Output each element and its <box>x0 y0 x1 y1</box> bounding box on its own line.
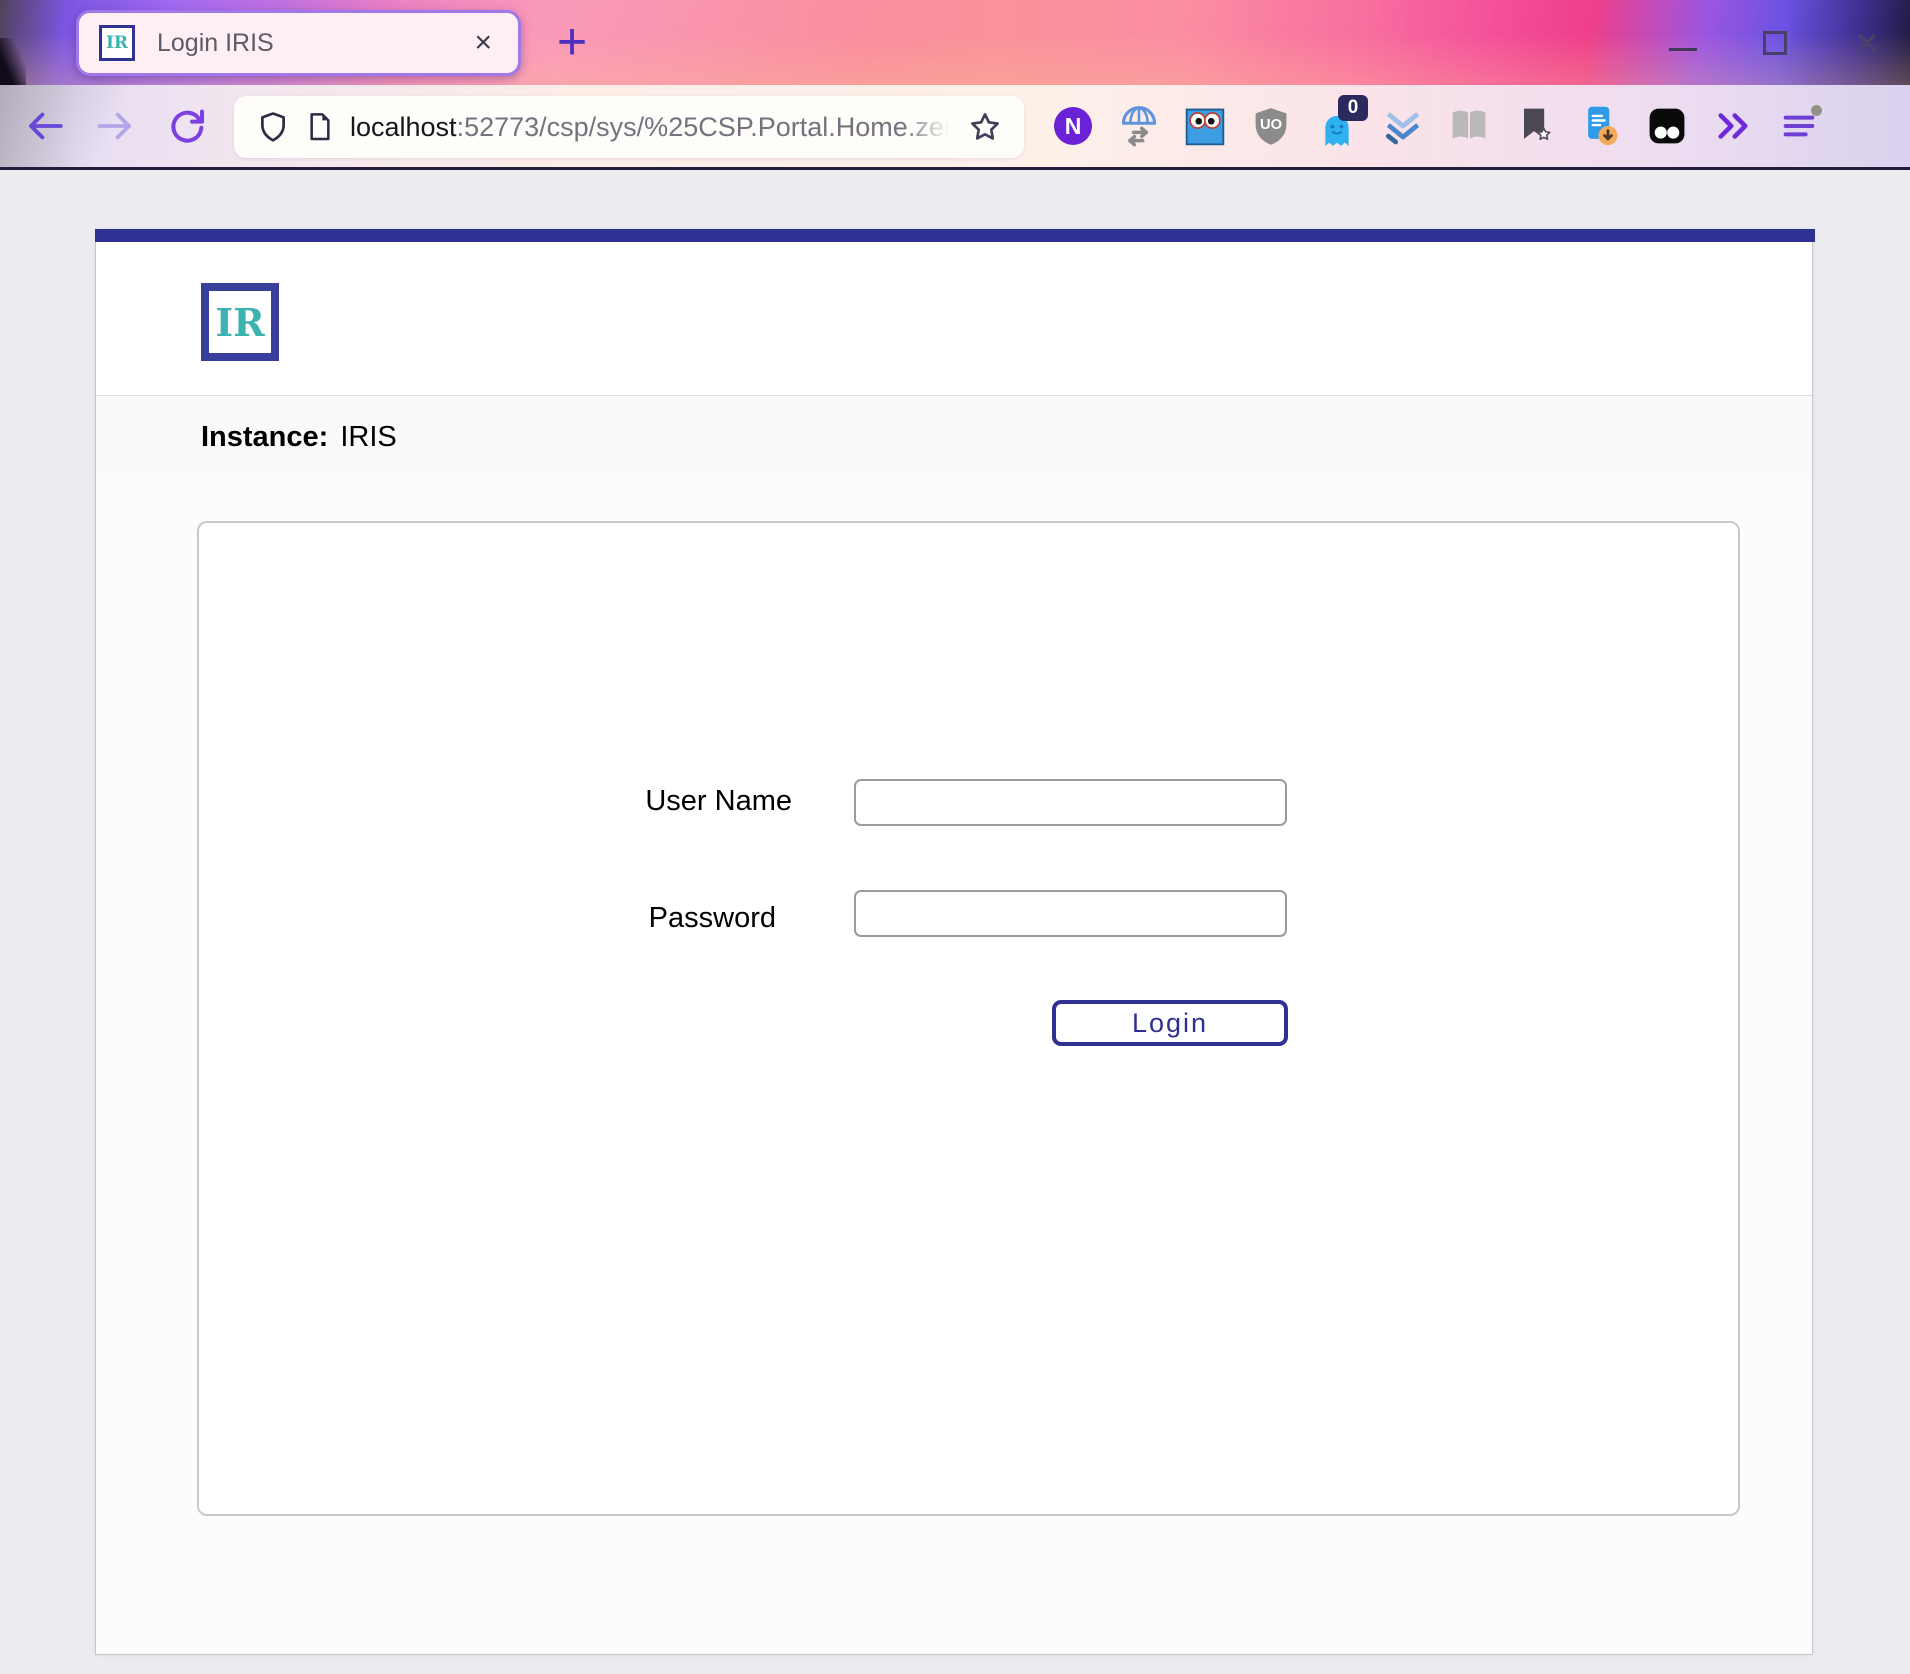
url-text: localhost:52773/csp/sys/%25CSP.Portal.Ho… <box>350 112 962 143</box>
login-page-card: IR Instance: IRIS User Name Password Log… <box>95 229 1813 1655</box>
url-fade <box>902 112 962 143</box>
username-label: User Name <box>552 785 792 818</box>
back-button[interactable] <box>18 85 72 167</box>
new-tab-button[interactable]: + <box>542 12 602 72</box>
extension-chevrons-button[interactable] <box>1370 93 1436 159</box>
tab-title: Login IRIS <box>157 29 468 58</box>
page-top-accent-bar <box>95 229 1815 242</box>
extension-ghostery-button[interactable]: 0 <box>1304 93 1370 159</box>
page-header: IR <box>96 242 1812 396</box>
forward-arrow-icon <box>94 105 136 147</box>
extension-tampermonkey-button[interactable] <box>1634 93 1700 159</box>
menu-notification-dot <box>1811 105 1822 116</box>
forward-button[interactable] <box>88 85 142 167</box>
overflow-menu-button[interactable] <box>1700 93 1766 159</box>
window-controls: × <box>1666 0 1902 85</box>
page-background: IR Instance: IRIS User Name Password Log… <box>0 170 1910 1674</box>
username-input[interactable] <box>854 779 1287 826</box>
extension-proxy-umbrella-button[interactable] <box>1106 93 1172 159</box>
tracking-protection-shield-icon[interactable] <box>250 104 296 150</box>
instance-label: Instance: <box>201 421 328 454</box>
black-square-eyes-icon <box>1645 104 1689 148</box>
ghostery-badge: 0 <box>1338 95 1368 121</box>
instance-bar: Instance: IRIS <box>96 396 1812 478</box>
login-button[interactable]: Login <box>1052 1000 1288 1046</box>
login-panel: User Name Password Login <box>197 521 1740 1516</box>
ublock-shield-icon: UO <box>1250 105 1292 147</box>
googly-eyes-icon <box>1183 104 1227 148</box>
svg-text:UO: UO <box>1260 117 1282 133</box>
reload-icon <box>166 105 208 147</box>
back-arrow-icon <box>24 105 66 147</box>
minimize-button[interactable] <box>1666 26 1700 60</box>
bookmark-flag-star-icon <box>1513 104 1557 148</box>
tab-strip: IR Login IRIS × + × <box>0 0 1910 85</box>
extension-bookmark-manager-button[interactable] <box>1502 93 1568 159</box>
double-chevron-icon <box>1381 104 1425 148</box>
url-path: :52773/csp/sys/%25CSP.Portal.Home.zen <box>457 112 959 142</box>
n-circle-icon: N <box>1054 107 1092 145</box>
app-menu-button[interactable] <box>1766 93 1832 159</box>
browser-window: IR Login IRIS × + × <box>0 0 1910 1674</box>
extension-doc-download-button[interactable] <box>1568 93 1634 159</box>
umbrella-icon <box>1117 104 1161 148</box>
double-arrow-right-icon <box>1712 105 1754 147</box>
url-host: localhost <box>350 112 457 142</box>
open-book-icon <box>1446 103 1492 149</box>
reload-button[interactable] <box>160 85 214 167</box>
extension-n-button[interactable]: N <box>1040 93 1106 159</box>
address-bar[interactable]: localhost:52773/csp/sys/%25CSP.Portal.Ho… <box>234 96 1024 158</box>
theme-art-wedge <box>0 38 26 85</box>
extension-ublock-button[interactable]: UO <box>1238 93 1304 159</box>
navigation-toolbar: localhost:52773/csp/sys/%25CSP.Portal.Ho… <box>0 85 1910 170</box>
browser-tab-login-iris[interactable]: IR Login IRIS × <box>76 10 521 76</box>
close-window-button[interactable]: × <box>1850 26 1884 60</box>
password-label: Password <box>536 902 776 935</box>
extension-reading-list-button[interactable] <box>1436 93 1502 159</box>
extension-toolbar: N <box>1040 85 1832 167</box>
document-download-icon <box>1579 104 1623 148</box>
tab-close-icon[interactable]: × <box>468 26 498 60</box>
iris-logo: IR <box>201 283 279 361</box>
extension-cookie-eyes-button[interactable] <box>1172 93 1238 159</box>
iris-favicon-icon: IR <box>99 25 135 61</box>
maximize-button[interactable] <box>1758 26 1792 60</box>
bookmark-star-toggle-icon[interactable] <box>962 104 1008 150</box>
password-input[interactable] <box>854 890 1287 937</box>
instance-value: IRIS <box>340 421 396 454</box>
page-info-icon[interactable] <box>296 104 342 150</box>
